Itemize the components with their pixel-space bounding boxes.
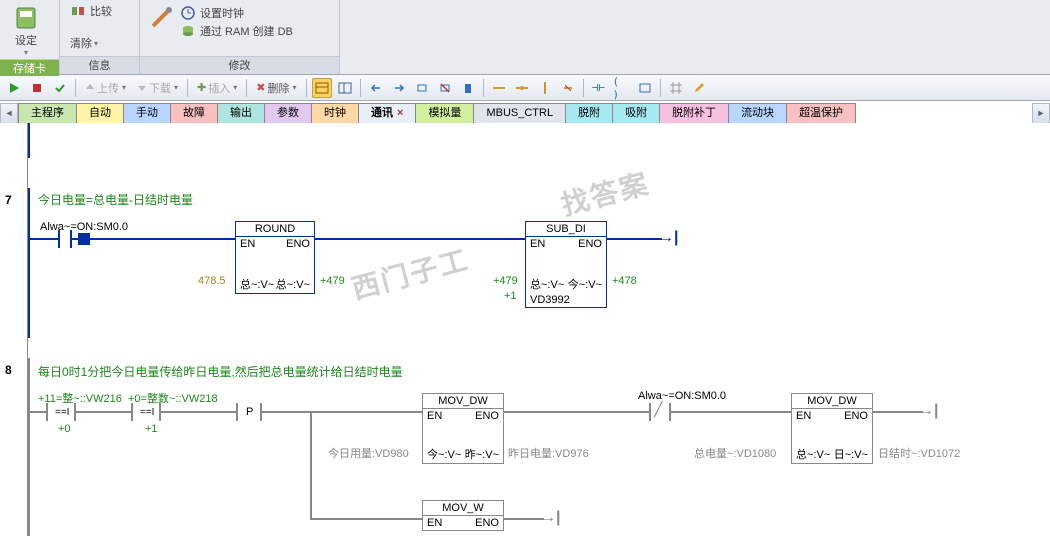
- tab-模拟量[interactable]: 模拟量: [415, 103, 474, 123]
- param-in[interactable]: +1: [504, 290, 517, 302]
- contact-button[interactable]: ⊣⊢: [589, 78, 609, 98]
- param-in[interactable]: 今日用量:VD980: [328, 445, 409, 461]
- tab-脱附[interactable]: 脱附: [565, 103, 613, 123]
- group-label-info: 信息: [60, 56, 139, 74]
- contact-label[interactable]: Alwa~=ON:SM0.0: [40, 221, 128, 233]
- rung-terminator: →|: [658, 229, 678, 247]
- nav-home-button[interactable]: [412, 78, 432, 98]
- view2-button[interactable]: [335, 78, 355, 98]
- tab-吸附[interactable]: 吸附: [612, 103, 660, 123]
- watermark: 西门子工: [347, 238, 473, 308]
- wire-h1-button[interactable]: [489, 78, 509, 98]
- network-number: 8: [3, 363, 14, 377]
- mov-dw-block[interactable]: MOV_DW ENENO 总~:V~日~:V~: [791, 393, 873, 464]
- nav-back-button[interactable]: [366, 78, 386, 98]
- tab-scroll-left[interactable]: ◄: [0, 103, 18, 123]
- param-in[interactable]: 478.5: [198, 275, 226, 287]
- create-db-button[interactable]: 通过 RAM 创建 DB: [176, 22, 297, 40]
- tab-scroll-right[interactable]: ►: [1032, 103, 1050, 123]
- coil-button[interactable]: ( ): [612, 78, 632, 98]
- mov-w-block[interactable]: MOV_W ENENO: [422, 500, 504, 531]
- tab-参数[interactable]: 参数: [264, 103, 312, 123]
- param-in[interactable]: 总电量~:VD1080: [694, 445, 776, 461]
- sub-di-block[interactable]: SUB_DI ENENO 总~:V~今~:V~ VD3992: [525, 221, 607, 308]
- bookmark-button[interactable]: [458, 78, 478, 98]
- tab-时钟[interactable]: 时钟: [311, 103, 359, 123]
- insert-button[interactable]: ✚插入: [193, 78, 241, 98]
- settings-label: 设定: [6, 32, 46, 48]
- run-button[interactable]: [4, 78, 24, 98]
- group-label-modify: 修改: [140, 56, 339, 74]
- cmp-bot[interactable]: +0: [58, 423, 71, 435]
- rung-terminator: →|: [918, 402, 938, 420]
- delete-button[interactable]: ✖删除: [252, 78, 300, 98]
- round-block[interactable]: ROUND ENENO 总~:V~总~:V~: [235, 221, 315, 294]
- ribbon-group-storage: 设定 ▾ 存储卡: [0, 0, 60, 74]
- param-out[interactable]: 日结时~:VD1072: [878, 445, 960, 461]
- db-icon: [180, 23, 196, 39]
- group-label-storage: 存储卡: [0, 59, 59, 76]
- bookmark-del-button[interactable]: [435, 78, 455, 98]
- card-icon: [12, 4, 40, 32]
- nav-fwd-button[interactable]: [389, 78, 409, 98]
- network-number: 7: [3, 193, 14, 207]
- rung-terminator: →|: [540, 509, 560, 527]
- compare-icon: [70, 3, 86, 19]
- param-out[interactable]: 昨日电量:VD976: [508, 445, 589, 461]
- tab-流动块[interactable]: 流动块: [728, 103, 787, 123]
- param-out[interactable]: +479: [320, 275, 345, 287]
- ribbon-group-modify: 设置时钟 通过 RAM 创建 DB 修改: [140, 0, 340, 74]
- tabs-row: ◄ 主程序自动手动故障输出参数时钟通讯×模拟量MBUS_CTRL脱附吸附脱附补丁…: [0, 101, 1050, 123]
- clear-button[interactable]: 清除 ▾: [66, 34, 102, 52]
- tabs-bar: 主程序自动手动故障输出参数时钟通讯×模拟量MBUS_CTRL脱附吸附脱附补丁流动…: [18, 103, 1032, 123]
- tab-超温保护[interactable]: 超温保护: [786, 103, 856, 123]
- ladder-area: 7 8 西门子工 找答案 今日电量=总电量-日结时电量 Alwa~=ON:SM0…: [0, 123, 1050, 536]
- screwdriver-icon: [147, 4, 175, 32]
- network-title: 每日0时1分把今日电量传给昨日电量,然后把总电量统计给日结时电量: [38, 363, 403, 380]
- watermark: 找答案: [556, 162, 653, 224]
- wire-del-button[interactable]: [558, 78, 578, 98]
- tab-故障[interactable]: 故障: [170, 103, 218, 123]
- network-title: 今日电量=总电量-日结时电量: [38, 191, 193, 208]
- param-in[interactable]: +479: [493, 275, 518, 287]
- stop-button[interactable]: [27, 78, 47, 98]
- view1-button[interactable]: [312, 78, 332, 98]
- param-out[interactable]: +478: [612, 275, 637, 287]
- ribbon: 设定 ▾ 存储卡 比较 清除 ▾ 信息 设置: [0, 0, 1050, 75]
- settings-button[interactable]: 设定 ▾: [6, 2, 46, 57]
- tab-自动[interactable]: 自动: [76, 103, 124, 123]
- cmp-bot[interactable]: +1: [145, 423, 158, 435]
- network-gutter: 7 8: [0, 123, 28, 536]
- editor-toolbar: 上传 下载 ✚插入 ✖删除 ⊣⊢ ( ): [0, 75, 1050, 101]
- tab-输出[interactable]: 输出: [217, 103, 265, 123]
- tab-MBUS_CTRL[interactable]: MBUS_CTRL: [473, 103, 566, 123]
- ribbon-group-info: 比较 清除 ▾ 信息: [60, 0, 140, 74]
- compare-button[interactable]: 比较: [66, 2, 116, 20]
- clock-icon: [180, 5, 196, 21]
- upload-button[interactable]: 上传: [81, 78, 130, 98]
- tab-close-icon[interactable]: ×: [397, 107, 403, 119]
- set-clock-button[interactable]: 设置时钟: [176, 4, 297, 22]
- box-button[interactable]: [635, 78, 655, 98]
- tab-脱附补丁[interactable]: 脱附补丁: [659, 103, 729, 123]
- tab-手动[interactable]: 手动: [123, 103, 171, 123]
- check-button[interactable]: [50, 78, 70, 98]
- nc-label[interactable]: Alwa~=ON:SM0.0: [638, 390, 726, 402]
- wire-v-button[interactable]: [535, 78, 555, 98]
- tab-通讯[interactable]: 通讯×: [358, 103, 416, 123]
- edit-button[interactable]: [689, 78, 709, 98]
- wire-h2-button[interactable]: [512, 78, 532, 98]
- download-button[interactable]: 下载: [133, 78, 182, 98]
- mov-dw-block[interactable]: MOV_DW ENENO 今~:V~昨~:V~: [422, 393, 504, 464]
- grid-button[interactable]: [666, 78, 686, 98]
- tab-主程序[interactable]: 主程序: [18, 103, 77, 123]
- modify-big-icon[interactable]: [146, 2, 176, 32]
